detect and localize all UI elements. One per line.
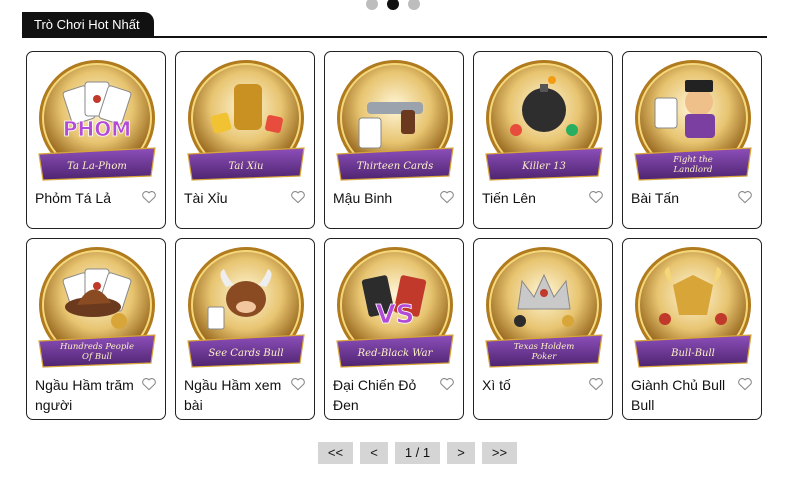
game-badge-text: Landlord [673, 165, 714, 175]
favorite-button[interactable] [439, 189, 455, 205]
favorite-button[interactable] [141, 189, 157, 205]
game-thumbnail-wrap[interactable]: See Cards Bull [182, 245, 310, 373]
game-name[interactable]: Xì tố [482, 375, 588, 395]
game-thumbnail-wrap[interactable]: VS Red-Black War [331, 245, 459, 373]
favorite-button[interactable] [290, 376, 306, 392]
game-thumbnail-wrap[interactable]: PHOM Ta La-Phom [33, 58, 161, 186]
heart-outline-icon [589, 378, 603, 391]
favorite-button[interactable] [290, 189, 306, 205]
game-name[interactable]: Đại Chiến Đỏ Đen [333, 375, 439, 415]
game-name[interactable]: Ngầu Hầm trăm người [35, 375, 141, 415]
game-thumbnail: Tai Xiu [187, 60, 305, 181]
game-name[interactable]: Phỏm Tá Lả [35, 188, 141, 208]
game-badge-text: Fight the [672, 155, 713, 165]
game-badge-text: Red-Black War [357, 348, 434, 359]
game-name[interactable]: Bài Tấn [631, 188, 737, 208]
heart-outline-icon [738, 191, 752, 204]
game-card[interactable]: VS Red-Black War Đại Chiến Đỏ Đen [324, 238, 464, 420]
game-card[interactable]: Tai Xiu Tài Xỉu [175, 51, 315, 229]
game-thumbnail-wrap[interactable]: Tai Xiu [182, 58, 310, 186]
game-thumbnail: Killer 13 [485, 60, 603, 181]
game-thumbnail-wrap[interactable]: Texas Holdem Poker [480, 245, 608, 373]
game-card[interactable]: Fight the Landlord Bài Tấn [622, 51, 762, 229]
carousel-dot-active[interactable] [387, 0, 399, 10]
heart-outline-icon [738, 378, 752, 391]
game-thumbnail-wrap[interactable]: Hundreds People Of Bull [33, 245, 161, 373]
game-thumbnail: See Cards Bull [187, 247, 305, 368]
game-grid: PHOM Ta La-Phom Phỏm Tá Lả Tai Xiu Tài Xỉu Th… [26, 51, 762, 420]
heart-outline-icon [142, 378, 156, 391]
carousel-dot[interactable] [366, 0, 378, 10]
heart-outline-icon [440, 191, 454, 204]
game-name[interactable]: Tiến Lên [482, 188, 588, 208]
first-page-button[interactable]: << [318, 442, 353, 464]
favorite-button[interactable] [737, 189, 753, 205]
favorite-button[interactable] [737, 376, 753, 392]
prev-page-button[interactable]: < [360, 442, 388, 464]
game-name[interactable]: Ngầu Hầm xem bài [184, 375, 290, 415]
game-badge-text: Ta La-Phom [67, 161, 127, 172]
game-badge-text: Tai Xiu [229, 161, 264, 172]
game-thumbnail: VS Red-Black War [336, 247, 454, 368]
favorite-button[interactable] [439, 376, 455, 392]
game-badge-text: Thirteen Cards [357, 161, 434, 172]
page-indicator: 1 / 1 [395, 442, 440, 464]
last-page-button[interactable]: >> [482, 442, 517, 464]
game-thumbnail-wrap[interactable]: Killer 13 [480, 58, 608, 186]
game-card[interactable]: Bull-Bull Giành Chủ Bull Bull [622, 238, 762, 420]
game-thumbnail-wrap[interactable]: Bull-Bull [629, 245, 757, 373]
game-badge-text: Of Bull [82, 352, 112, 362]
heart-outline-icon [291, 378, 305, 391]
game-thumbnail: Texas HoldemPoker [485, 247, 603, 368]
game-name[interactable]: Mậu Binh [333, 188, 439, 208]
game-thumbnail: Bull-Bull [634, 247, 752, 368]
next-page-button[interactable]: > [447, 442, 475, 464]
game-card[interactable]: Hundreds People Of Bull Ngầu Hầm trăm ngườ… [26, 238, 166, 420]
game-thumbnail-wrap[interactable]: Fight the Landlord [629, 58, 757, 186]
game-thumbnail: Thirteen Cards [336, 60, 454, 181]
section-header: Trò Chơi Hot Nhất [22, 12, 767, 38]
game-logo-text: PHOM [63, 117, 131, 141]
heart-outline-icon [589, 191, 603, 204]
favorite-button[interactable] [588, 189, 604, 205]
game-thumbnail-wrap[interactable]: Thirteen Cards [331, 58, 459, 186]
game-badge-text: Poker [531, 352, 558, 362]
game-badge-text: Bull-Bull [670, 348, 715, 359]
favorite-button[interactable] [141, 376, 157, 392]
game-badge-text: Killer 13 [521, 161, 566, 172]
heart-outline-icon [291, 191, 305, 204]
game-card[interactable]: See Cards Bull Ngầu Hầm xem bài [175, 238, 315, 420]
game-name[interactable]: Tài Xỉu [184, 188, 290, 208]
carousel-dots [366, 0, 420, 10]
game-logo-text: VS [376, 300, 415, 330]
heart-outline-icon [440, 378, 454, 391]
game-card[interactable]: Killer 13 Tiến Lên [473, 51, 613, 229]
carousel-dot[interactable] [408, 0, 420, 10]
game-card[interactable]: PHOM Ta La-Phom Phỏm Tá Lả [26, 51, 166, 229]
game-card[interactable]: Texas Holdem Poker Xì tố [473, 238, 613, 420]
game-thumbnail: Fight theLandlord [634, 60, 752, 181]
game-badge-text: See Cards Bull [208, 348, 283, 359]
game-thumbnail: PHOM Ta La-Phom [38, 60, 156, 181]
game-name[interactable]: Giành Chủ Bull Bull [631, 375, 737, 415]
section-title: Trò Chơi Hot Nhất [22, 12, 154, 37]
game-badge-text: Texas Holdem [514, 342, 575, 352]
game-badge-text: Hundreds People [59, 342, 134, 352]
pagination: << < 1 / 1 > >> [318, 442, 517, 464]
heart-outline-icon [142, 191, 156, 204]
favorite-button[interactable] [588, 376, 604, 392]
game-thumbnail: Hundreds PeopleOf Bull [38, 247, 156, 368]
game-card[interactable]: Thirteen Cards Mậu Binh [324, 51, 464, 229]
